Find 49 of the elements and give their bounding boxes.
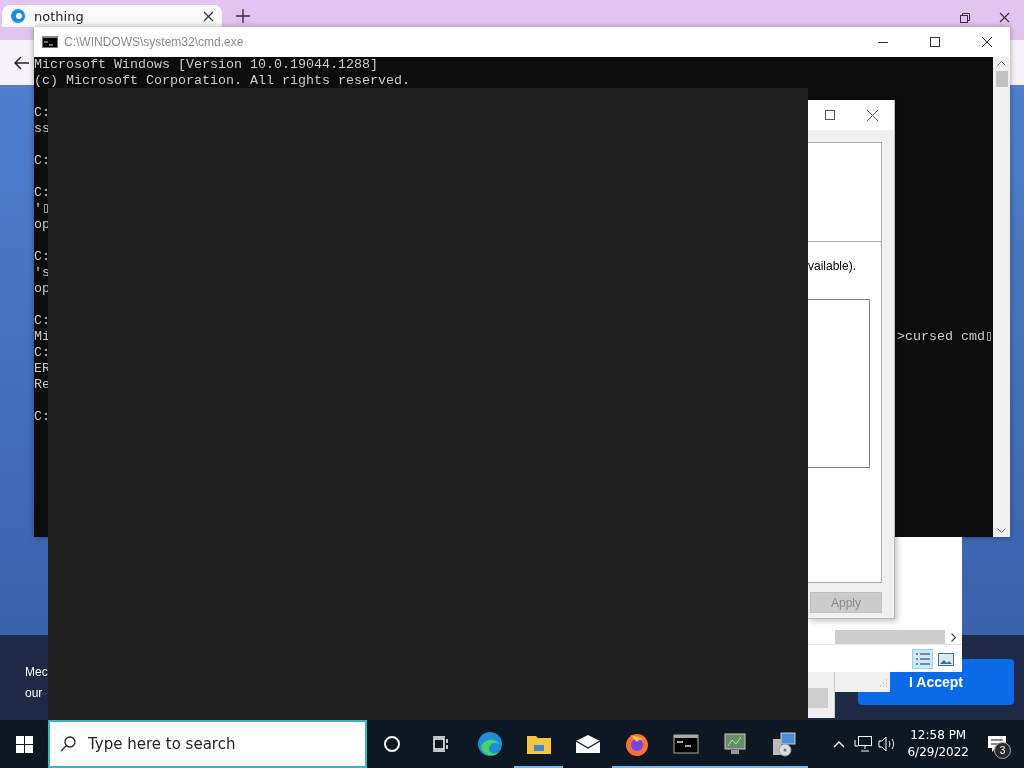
circle-icon	[381, 734, 402, 754]
wave-globe-icon	[476, 731, 503, 757]
window-title: C:\WINDOWS\system32\cmd.exe	[64, 35, 245, 49]
search-icon	[60, 736, 76, 752]
envelope-icon	[574, 734, 601, 754]
notification-count: 3	[994, 742, 1011, 759]
details-view-icon	[914, 652, 931, 666]
console-text: Microsoft Windows [Version 10.0.19044.1288]	[34, 57, 378, 73]
wave-globe-icon	[10, 8, 26, 24]
chevron-down-icon[interactable]	[997, 528, 1006, 533]
tab-title: nothing	[34, 8, 85, 24]
console-text: Mi	[34, 329, 50, 345]
scrollbar[interactable]	[993, 57, 1010, 537]
browser-tab[interactable]: nothing	[2, 5, 222, 27]
close-icon[interactable]	[203, 10, 214, 22]
console-text: C:	[34, 313, 50, 329]
console-text: C:	[34, 105, 50, 121]
computer-disc-icon	[770, 731, 797, 757]
console-text: >cursed cmd▯	[897, 329, 993, 345]
picture-view-icon	[937, 652, 954, 666]
task-view-icon	[430, 734, 451, 754]
search-field[interactable]: Type here to search	[48, 720, 367, 768]
console-text: ss	[34, 121, 50, 137]
list-box[interactable]	[808, 299, 870, 468]
clock[interactable]: 12:58 PM 6/29/2022	[899, 727, 977, 761]
console-text: C:	[34, 409, 50, 425]
chevron-up-icon[interactable]	[997, 61, 1006, 66]
banner-text: Mec	[25, 664, 48, 681]
scroll-thumb[interactable]	[995, 71, 1008, 87]
plus-icon[interactable]	[236, 9, 250, 23]
close-icon[interactable]	[999, 12, 1010, 23]
resize-grip-icon	[878, 678, 888, 688]
monitor-chart-icon	[721, 732, 748, 756]
fox-globe-icon	[623, 731, 650, 757]
scrollbar[interactable]	[835, 630, 945, 644]
back-arrow-icon[interactable]	[14, 55, 30, 70]
dialog-text: vailable).	[808, 259, 858, 273]
terminal-icon	[672, 734, 699, 754]
console-text: C:	[34, 185, 50, 201]
console-icon	[42, 36, 58, 48]
banner-text: our	[25, 685, 44, 702]
restore-icon[interactable]	[960, 12, 970, 23]
console-text: C:	[34, 345, 50, 361]
console-text: (c) Microsoft Corporation. All rights reserved.	[34, 73, 410, 89]
console-text: C:	[34, 249, 50, 265]
console-text: '▯	[34, 201, 51, 217]
notification-button[interactable]: 3	[977, 720, 1017, 768]
view-toggle[interactable]	[912, 649, 933, 669]
console-text: C:	[34, 153, 50, 169]
